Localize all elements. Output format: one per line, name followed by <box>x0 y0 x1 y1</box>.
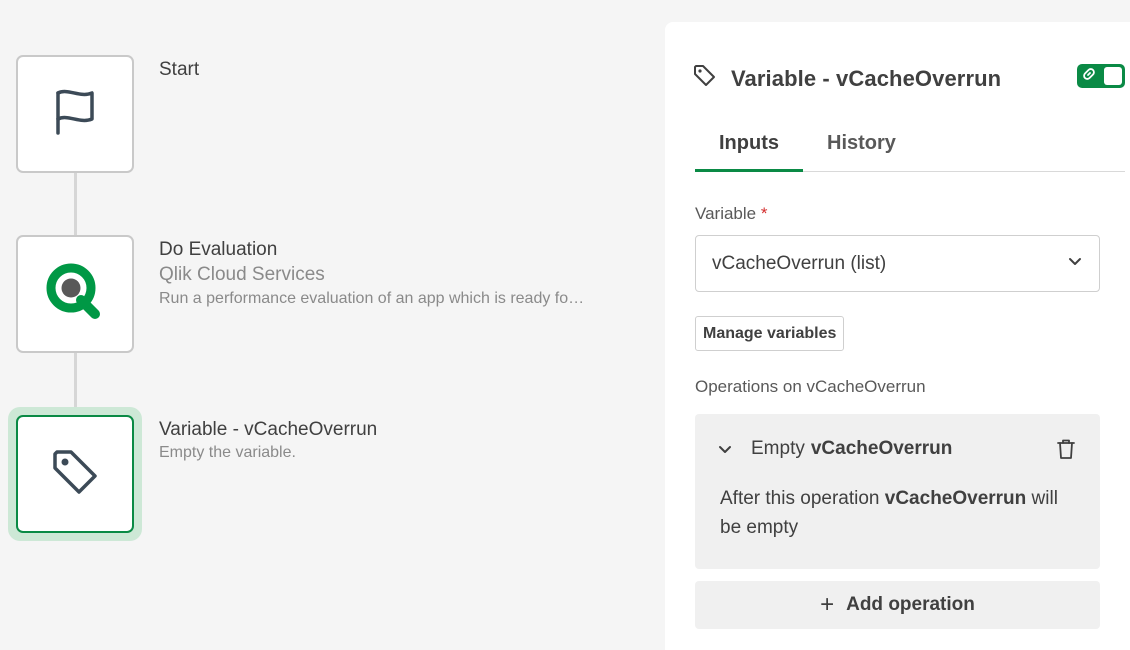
operation-variable: vCacheOverrun <box>810 438 953 459</box>
qlik-logo-icon <box>45 262 105 327</box>
panel-title: Variable - vCacheOverrun <box>731 65 1002 91</box>
tag-icon <box>49 446 101 503</box>
toggle-knob <box>1104 67 1122 85</box>
variable-select-value: vCacheOverrun (list) <box>712 252 887 274</box>
add-operation-button[interactable]: + Add operation <box>695 581 1100 629</box>
node-title: Do Evaluation <box>159 239 278 260</box>
operation-header[interactable]: Empty vCacheOverrun <box>717 438 952 460</box>
manage-variables-button[interactable]: Manage variables <box>695 316 845 351</box>
link-icon <box>1082 67 1096 86</box>
chevron-down-icon[interactable] <box>717 441 733 457</box>
op-desc-var: vCacheOverrun <box>884 488 1027 509</box>
do-evaluation-node[interactable] <box>16 235 134 353</box>
op-desc-pre: After this operation <box>720 488 885 509</box>
do-evaluation-label: Do Evaluation Qlik Cloud Services Run a … <box>159 238 584 310</box>
operations-label: Operations on vCacheOverrun <box>695 377 926 396</box>
variable-node-label: Variable - vCacheOverrun Empty the varia… <box>159 418 377 464</box>
node-description: Empty the variable. <box>159 444 296 461</box>
start-node-label: Start <box>159 58 199 82</box>
flag-icon <box>48 85 102 144</box>
tag-icon <box>693 64 717 93</box>
panel-tabs: Inputs History <box>695 122 1125 172</box>
variable-select[interactable]: vCacheOverrun (list) <box>695 235 1100 292</box>
node-subtitle: Qlik Cloud Services <box>159 264 325 285</box>
flow-canvas: Start Do Evaluation Qlik Cloud Services … <box>0 0 665 650</box>
node-title: Start <box>159 59 200 80</box>
variable-node[interactable] <box>16 415 134 533</box>
operation-card: Empty vCacheOverrun After this operation… <box>695 414 1100 569</box>
connector-line <box>74 172 77 236</box>
plus-icon: + <box>820 591 835 618</box>
variable-field-label: Variable * <box>695 204 767 224</box>
operation-description: After this operation vCacheOverrun will … <box>720 484 1080 542</box>
variable-label-text: Variable <box>695 204 757 223</box>
required-marker: * <box>760 204 768 223</box>
start-node[interactable] <box>16 55 134 173</box>
node-title: Variable - vCacheOverrun <box>159 419 378 440</box>
tab-inputs[interactable]: Inputs <box>695 122 803 172</box>
operation-action: Empty <box>751 438 805 459</box>
node-description: Run a performance evaluation of an app w… <box>159 290 585 307</box>
panel-header: Variable - vCacheOverrun <box>693 64 1001 93</box>
tab-history[interactable]: History <box>803 122 920 172</box>
link-toggle[interactable] <box>1077 64 1125 88</box>
trash-icon[interactable] <box>1056 438 1076 465</box>
add-operation-label: Add operation <box>846 594 975 615</box>
chevron-down-icon <box>1067 253 1083 275</box>
properties-panel: Variable - vCacheOverrun Inputs History … <box>665 22 1130 650</box>
